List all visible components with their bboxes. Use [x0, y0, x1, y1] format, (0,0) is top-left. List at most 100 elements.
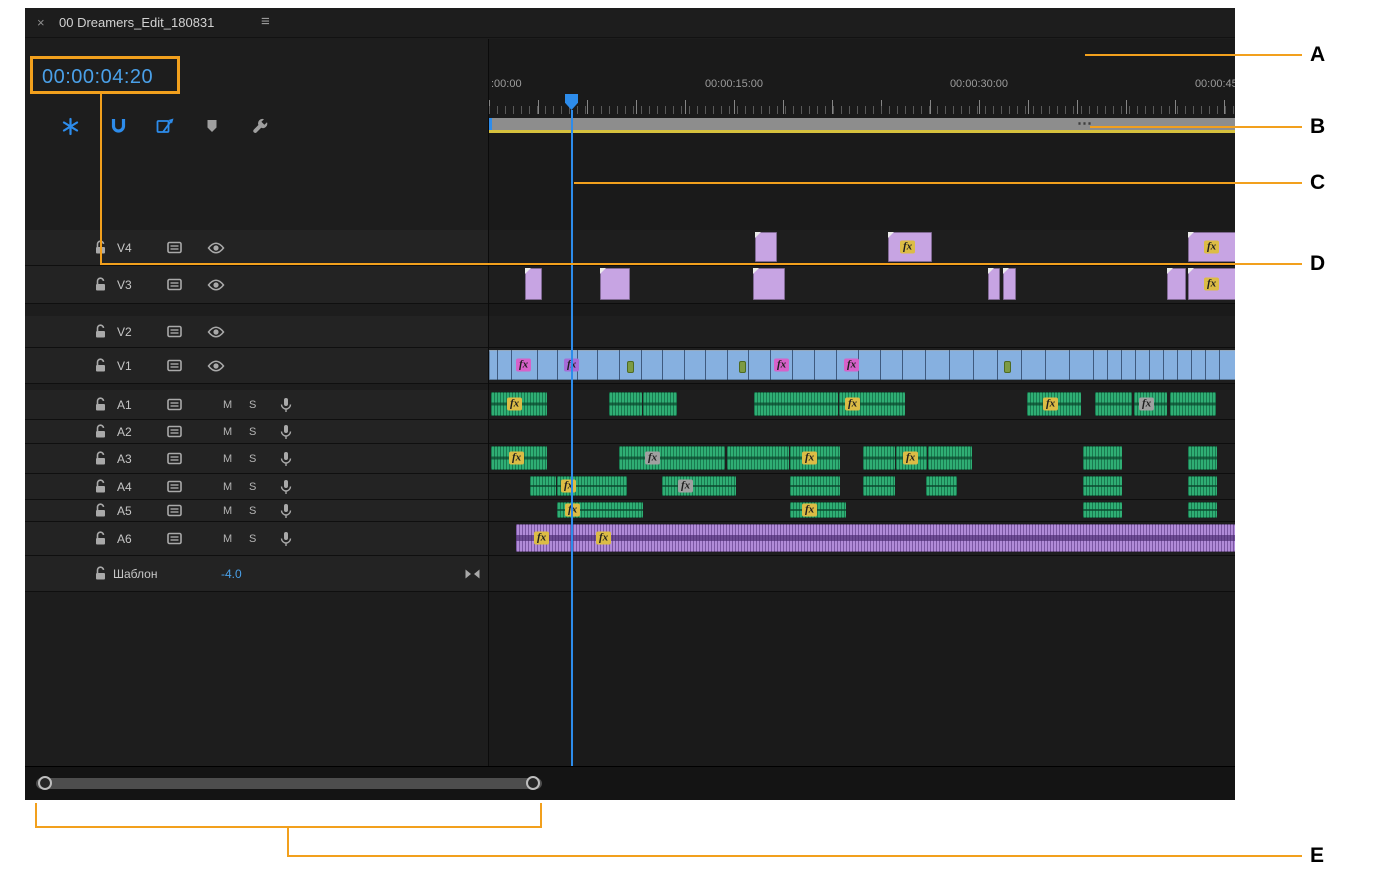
- timeline-clip[interactable]: [1167, 268, 1186, 300]
- timeline-clip[interactable]: fx: [1134, 392, 1167, 416]
- timeline-clip[interactable]: [754, 392, 838, 416]
- clip-cut: [836, 350, 837, 380]
- clip-cut: [1045, 350, 1046, 380]
- callout-label-c: C: [1310, 171, 1326, 194]
- horizontal-scrollbar[interactable]: [25, 766, 1235, 800]
- clip-cut: [949, 350, 950, 380]
- callout-label-e: E: [1310, 844, 1325, 867]
- fx-badge[interactable]: fx: [900, 240, 916, 254]
- clip-cut: [511, 350, 512, 380]
- scrollbar-zoom-handle-right[interactable]: [526, 776, 540, 790]
- timeline-clip[interactable]: fx: [1188, 232, 1235, 262]
- clip-marker-icon: [627, 361, 634, 374]
- clip-cut: [880, 350, 881, 380]
- timeline-clip[interactable]: [988, 268, 1000, 300]
- fx-badge[interactable]: fx: [1204, 277, 1220, 291]
- timeline-clip[interactable]: fx: [896, 446, 927, 470]
- timeline-clip[interactable]: [1083, 502, 1122, 518]
- clip-cut: [1205, 350, 1206, 380]
- timeline-clip[interactable]: [863, 446, 895, 470]
- fx-badge[interactable]: fx: [844, 358, 860, 372]
- fx-badge[interactable]: fx: [678, 479, 694, 493]
- clip-cut: [748, 350, 749, 380]
- timeline-clip[interactable]: [755, 232, 777, 262]
- fx-badge[interactable]: fx: [561, 479, 577, 493]
- clip-cut: [684, 350, 685, 380]
- track-lane-a3: fx fx fx fx: [489, 444, 1235, 474]
- clip-cut: [1121, 350, 1122, 380]
- fx-badge[interactable]: fx: [1139, 397, 1155, 411]
- timeline-clip[interactable]: [1188, 502, 1217, 518]
- fx-badge[interactable]: fx: [516, 358, 532, 372]
- clip-cut: [1191, 350, 1192, 380]
- fx-badge[interactable]: fx: [507, 397, 523, 411]
- timeline-clip[interactable]: [727, 446, 789, 470]
- timeline-clip[interactable]: fx: [1027, 392, 1081, 416]
- timeline-clip[interactable]: [790, 476, 840, 496]
- fx-badge[interactable]: fx: [903, 451, 919, 465]
- timeline-clip[interactable]: [1170, 392, 1216, 416]
- clip-cut: [662, 350, 663, 380]
- timeline-clip[interactable]: [600, 268, 630, 300]
- clip-cut: [1021, 350, 1022, 380]
- timeline-clip[interactable]: fx: [662, 476, 736, 496]
- timeline-panel: × 00 Dreamers_Edit_180831 ≡ 00:00:04:20 …: [25, 8, 1235, 800]
- track-lane-a6: fx fx: [489, 522, 1235, 556]
- timeline-clip[interactable]: fx: [619, 446, 725, 470]
- track-lane-a2: [489, 420, 1235, 444]
- clip-cut: [997, 350, 998, 380]
- fx-badge[interactable]: fx: [645, 451, 661, 465]
- fx-badge[interactable]: fx: [596, 531, 612, 545]
- timeline-clip[interactable]: [863, 476, 895, 496]
- playhead-line: [571, 110, 573, 766]
- clip-cut: [705, 350, 706, 380]
- timeline-clip[interactable]: fx: [491, 392, 547, 416]
- timeline-clip[interactable]: [926, 476, 957, 496]
- timeline-clip[interactable]: fx: [790, 446, 840, 470]
- fx-badge[interactable]: fx: [802, 503, 818, 517]
- callout-label-b: B: [1310, 115, 1326, 138]
- timeline-clip[interactable]: [525, 268, 542, 300]
- track-lane-master: [489, 556, 1235, 592]
- fx-badge[interactable]: fx: [509, 451, 525, 465]
- timeline-clip[interactable]: [1003, 268, 1016, 300]
- timeline-clip[interactable]: fx: [557, 502, 643, 518]
- timeline-clip[interactable]: [643, 392, 677, 416]
- timeline-clip[interactable]: [1083, 446, 1122, 470]
- track-lane-a4: fx fx: [489, 474, 1235, 500]
- fx-badge[interactable]: fx: [845, 397, 861, 411]
- callout-line-e: [287, 826, 289, 857]
- timeline-clip[interactable]: [928, 446, 972, 470]
- fx-badge[interactable]: fx: [802, 451, 818, 465]
- clip-cut: [792, 350, 793, 380]
- timeline-clip[interactable]: fx: [839, 392, 905, 416]
- fx-badge[interactable]: fx: [774, 358, 790, 372]
- timeline-clip[interactable]: [1095, 392, 1132, 416]
- timeline-clip[interactable]: [1188, 476, 1217, 496]
- track-lane-v3: fx: [489, 266, 1235, 304]
- timeline-clip[interactable]: [530, 476, 556, 496]
- timeline-clip[interactable]: [753, 268, 785, 300]
- timeline-clip[interactable]: fx: [888, 232, 932, 262]
- fx-badge[interactable]: fx: [1043, 397, 1059, 411]
- timeline-clip[interactable]: [1083, 476, 1122, 496]
- timeline-clip[interactable]: fx fx: [516, 524, 1235, 552]
- timeline-clip[interactable]: fx: [491, 446, 547, 470]
- timeline-clip[interactable]: fx: [790, 502, 846, 518]
- scrollbar-thumb[interactable]: [36, 778, 542, 789]
- callout-label-d: D: [1310, 252, 1326, 275]
- timeline-clip[interactable]: fx: [1188, 268, 1235, 300]
- track-lane-v2: [489, 316, 1235, 348]
- clip-marker-icon: [739, 361, 746, 374]
- clip-cut: [1135, 350, 1136, 380]
- timeline-clip[interactable]: fx: [557, 476, 627, 496]
- fx-badge[interactable]: fx: [534, 531, 550, 545]
- fx-badge[interactable]: fx: [1204, 240, 1220, 254]
- scrollbar-zoom-handle-left[interactable]: [38, 776, 52, 790]
- clip-cut: [1093, 350, 1094, 380]
- timeline-clip[interactable]: [609, 392, 642, 416]
- clip-cut: [1163, 350, 1164, 380]
- timeline-clip[interactable]: fxfxfxfx: [489, 350, 1235, 380]
- timeline-clip[interactable]: [1188, 446, 1217, 470]
- clip-cut: [497, 350, 498, 380]
